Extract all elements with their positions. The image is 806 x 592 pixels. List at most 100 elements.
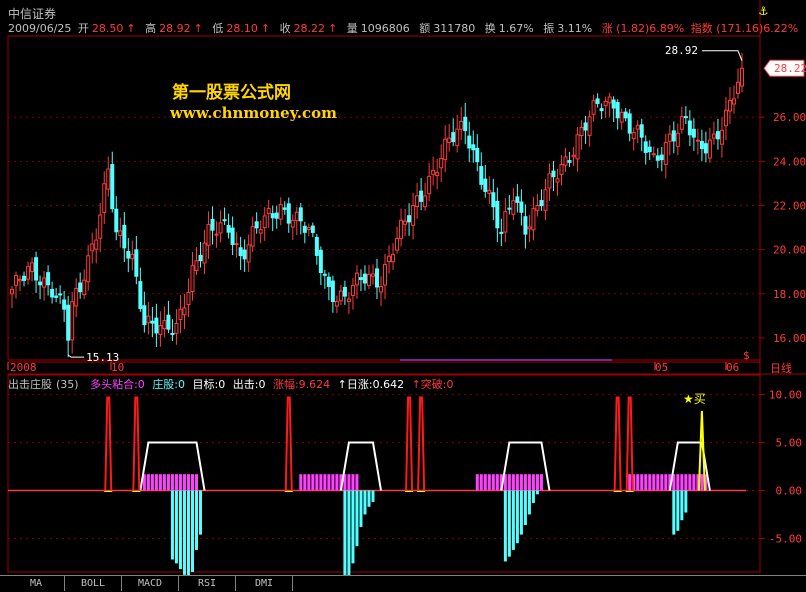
candle-body — [411, 205, 416, 226]
tab-dmi[interactable]: DMI — [236, 576, 293, 591]
tab-ma[interactable]: MA — [8, 576, 65, 591]
zhuanggu-bar — [672, 490, 676, 535]
candle-body — [511, 200, 516, 215]
indicator-item-zhuanggu: 庄股:0 — [152, 378, 186, 391]
amount-label: 额 — [419, 22, 431, 35]
candle-body — [18, 278, 23, 282]
high-label: 高 — [145, 22, 157, 35]
candle-body — [290, 219, 295, 228]
candle-body — [659, 154, 664, 161]
candle-body — [543, 189, 548, 212]
candle-body — [471, 144, 476, 151]
candle-body — [134, 249, 139, 277]
candle-body — [278, 203, 283, 220]
candle-body — [198, 254, 203, 262]
candle-body — [226, 225, 231, 233]
candle-body — [611, 99, 616, 109]
zhuanggu-bar — [535, 490, 539, 495]
candle-body — [495, 200, 500, 229]
tab-rsi[interactable]: RSI — [179, 576, 236, 591]
zhuanggu-bar — [186, 490, 190, 579]
candle-body — [699, 140, 704, 150]
candle-body — [487, 189, 492, 194]
candle-body — [282, 207, 287, 210]
duotou-bar — [186, 474, 190, 491]
duotou-bar — [170, 474, 174, 491]
candle-body — [723, 109, 728, 127]
candle-body — [707, 139, 712, 159]
tab-boll[interactable]: BOLL — [65, 576, 122, 591]
candle-body — [527, 226, 532, 230]
candle-body — [78, 282, 83, 293]
duotou-bar — [680, 474, 684, 491]
breakout-spike — [104, 396, 113, 491]
candle-body — [679, 116, 684, 130]
zhuanggu-bar — [178, 490, 182, 570]
candle-body — [130, 253, 135, 260]
candle-body — [579, 127, 584, 137]
amount-value: 311780 — [433, 22, 476, 35]
candle-body — [366, 273, 371, 287]
x-label-06: 06 — [726, 361, 739, 374]
candle-body — [322, 273, 327, 276]
zhuanggu-bar — [519, 490, 523, 535]
candle-body — [587, 116, 592, 136]
zhuanggu-bar — [531, 490, 535, 503]
candle-body — [503, 211, 508, 233]
zhuanggu-bar — [355, 490, 359, 547]
candle-body — [10, 288, 14, 295]
candle-body — [150, 320, 155, 324]
tab-macd[interactable]: MACD — [122, 576, 179, 591]
candle-body — [258, 229, 263, 234]
duotou-bar — [162, 474, 166, 491]
candle-body — [274, 212, 279, 219]
candle-body — [142, 305, 147, 326]
candle-body — [719, 129, 724, 145]
zhuanggu-bar — [515, 490, 519, 544]
candle-body — [210, 218, 215, 231]
duotou-bar — [190, 474, 194, 491]
duotou-bar — [519, 474, 523, 491]
duotou-bar — [535, 474, 539, 491]
chart-canvas: 26.00 24.00 22.00 20.00 18.00 16.00 28.22 28.92… — [7, 0, 806, 585]
duotou-bar — [307, 474, 311, 491]
zhuanggu-bar — [195, 490, 199, 550]
zhuanggu-bar — [174, 490, 178, 564]
duotou-bar — [335, 474, 339, 491]
low-label: 低 — [212, 22, 224, 35]
amplitude-label: 振 — [543, 22, 555, 35]
candle-body — [102, 183, 107, 213]
duotou-bar — [315, 474, 319, 491]
zhuanggu-bar — [684, 490, 688, 513]
high-note-label: 28.92 — [665, 44, 698, 57]
candle-body — [238, 247, 243, 257]
candle-body — [391, 253, 396, 263]
duotou-bar — [636, 474, 640, 491]
candle-body — [234, 243, 239, 246]
turnover-label: 换 — [484, 22, 496, 35]
candle-body — [46, 272, 51, 286]
duotou-bar — [319, 474, 323, 491]
candle-body — [451, 132, 456, 143]
high-value: 28.92 — [159, 22, 191, 35]
zhuanggu-bar — [363, 490, 367, 515]
duotou-bar — [299, 474, 303, 491]
quote-date: 2009/06/25 — [8, 22, 72, 35]
zhuanggu-bar — [676, 490, 680, 531]
zhuanggu-bar — [351, 490, 355, 564]
duotou-bar — [479, 474, 483, 491]
duotou-bar — [644, 474, 648, 491]
candle-body — [735, 81, 740, 94]
candle-body — [370, 273, 375, 277]
amplitude-value: 3.11% — [557, 22, 593, 35]
duotou-bar — [475, 474, 479, 491]
candle-body — [66, 304, 71, 341]
candle-body — [631, 131, 636, 140]
candle-body — [423, 195, 428, 208]
candle-body — [302, 225, 307, 233]
candle-body — [667, 133, 672, 142]
anchor-icon[interactable]: ⚓ — [759, 3, 767, 19]
candle-body — [138, 281, 143, 309]
zhuanggu-bar — [523, 490, 527, 526]
candle-body — [118, 230, 123, 236]
